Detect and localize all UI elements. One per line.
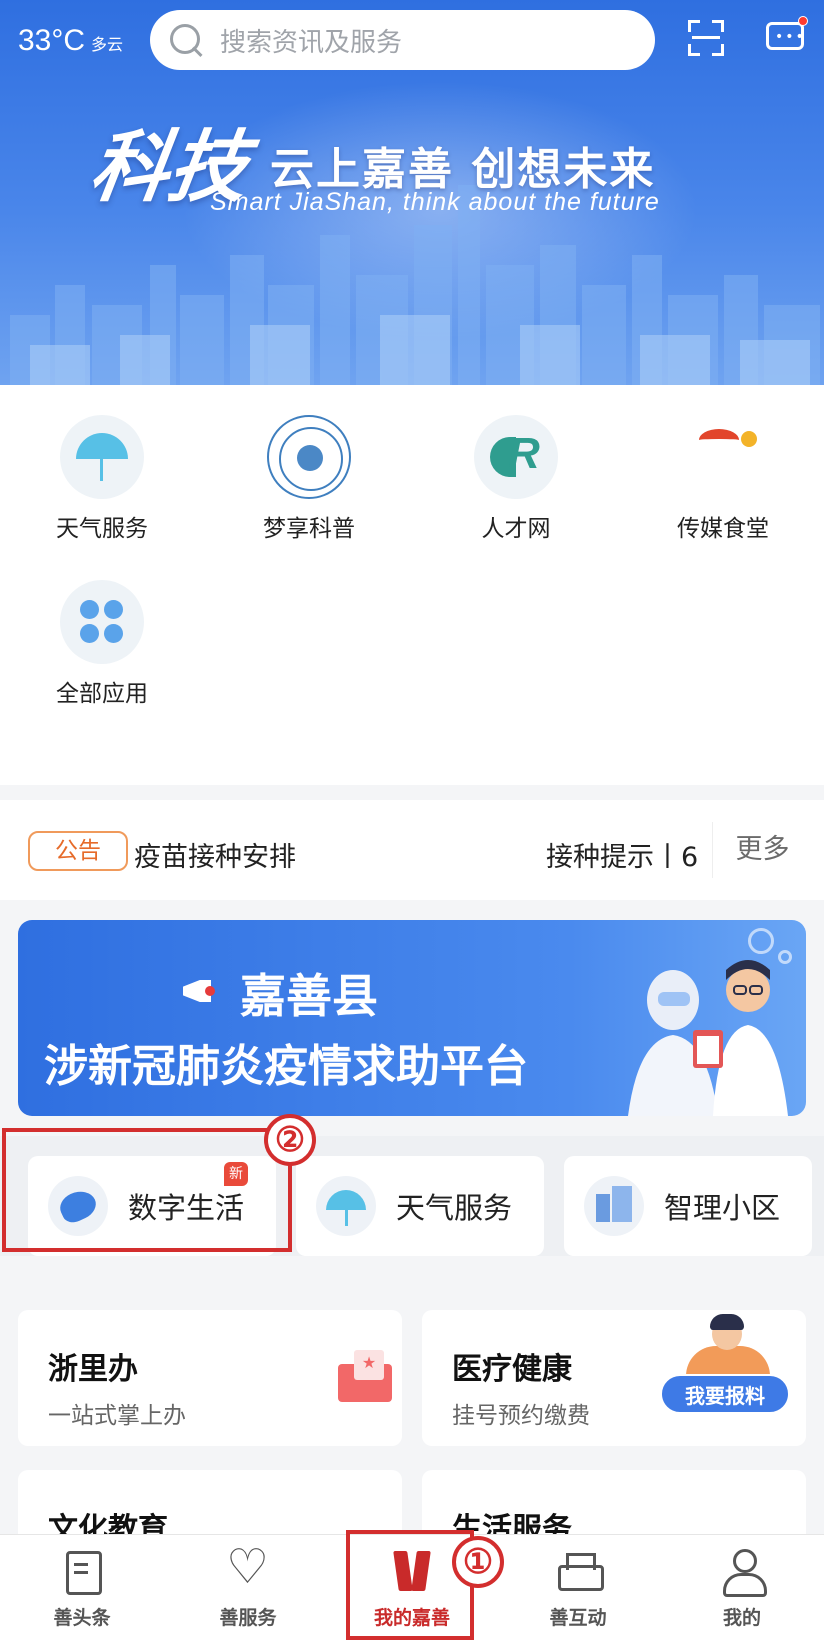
covid-banner-subtitle: 涉新冠肺炎疫情求助平台 [44,1041,528,1092]
app-label: 全部应用 [56,681,148,707]
tab-label: 善服务 [219,1607,277,1629]
megaphone-icon [183,972,223,1008]
step-2-marker: ② [264,1114,316,1166]
report-news-button[interactable]: 我要报料 [660,1374,790,1414]
message-icon[interactable]: ••• [766,16,808,54]
service-title: 医疗健康 [452,1352,572,1387]
search-icon [168,22,204,58]
weather-widget[interactable]: 33°C 多云 [18,24,123,58]
notice-tag: 公告 [28,831,128,871]
quick-card-label: 智理小区 [664,1191,781,1225]
highlight-box-step2 [2,1128,292,1252]
app-weather[interactable]: 天气服务 [12,415,192,543]
step-1-marker: ① [452,1536,504,1588]
media-logo-icon [681,415,765,499]
umbrella-icon [60,415,144,499]
user-icon [720,1549,767,1597]
grid-icon [60,580,144,664]
app-label: 天气服务 [56,516,148,542]
highlight-box-step1 [346,1530,474,1640]
banner-slogan-en: Smart JiaShan, think about the future [210,188,660,216]
app-label: 传媒食堂 [677,516,769,542]
interaction-icon [556,1549,604,1593]
app-grid: 天气服务 梦享科普 人才网 传媒食堂 全部应用 [0,385,824,785]
notice-bar[interactable]: 公告 疫苗接种安排 接种提示丨6 更多 [0,800,824,900]
talent-logo-icon [474,415,558,499]
service-title: 浙里办 [48,1352,138,1387]
app-media-canteen[interactable]: 传媒食堂 [633,415,813,543]
unread-dot [798,16,808,26]
notice-text[interactable]: 疫苗接种安排 [134,835,296,874]
covid-help-banner[interactable]: 嘉善县 涉新冠肺炎疫情求助平台 [18,920,806,1116]
app-label: 梦享科普 [263,516,355,542]
community-icon [584,1176,644,1236]
tab-headlines[interactable]: 善头条 [12,1549,152,1630]
search-input[interactable]: 搜索资讯及服务 [150,10,655,70]
service-subtitle: 一站式掌上办 [48,1403,186,1429]
umbrella-icon [316,1176,376,1236]
quick-card-community[interactable]: 智理小区 [564,1156,812,1256]
quick-card-label: 天气服务 [396,1191,513,1225]
tab-interaction[interactable]: 善互动 [508,1549,648,1630]
doctor-illustration [628,960,788,1116]
app-label: 人才网 [481,516,551,542]
covid-banner-title: 嘉善县 [240,969,378,1023]
envelope-icon [338,1350,392,1402]
tab-me[interactable]: 我的 [672,1549,812,1630]
top-banner[interactable]: 科技 云上嘉善 创想未来 Smart JiaShan, think about … [0,0,824,385]
news-icon [60,1549,104,1595]
tab-label: 善互动 [549,1607,607,1629]
notice-text-next[interactable]: 接种提示丨6 [546,835,706,874]
scan-icon[interactable] [688,20,724,56]
tab-label: 善头条 [53,1607,111,1629]
heart-icon [226,1539,270,1595]
service-card-zheliban[interactable]: 浙里办 一站式掌上办 [18,1310,402,1446]
app-screen: 科技 云上嘉善 创想未来 Smart JiaShan, think about … [0,0,824,1644]
reporter-avatar [678,1314,774,1386]
tab-services[interactable]: 善服务 [178,1539,318,1630]
app-all-apps[interactable]: 全部应用 [12,580,192,708]
seal-icon [267,415,351,499]
app-talent[interactable]: 人才网 [426,415,606,543]
service-subtitle: 挂号预约缴费 [452,1403,590,1429]
quick-card-weather[interactable]: 天气服务 [296,1156,544,1256]
weather-condition: 多云 [91,35,124,54]
app-science[interactable]: 梦享科普 [219,415,399,543]
search-placeholder: 搜索资讯及服务 [220,27,403,58]
notice-more-button[interactable]: 更多 [712,822,812,878]
temperature: 33°C [18,24,86,57]
tab-label: 我的 [722,1607,761,1629]
